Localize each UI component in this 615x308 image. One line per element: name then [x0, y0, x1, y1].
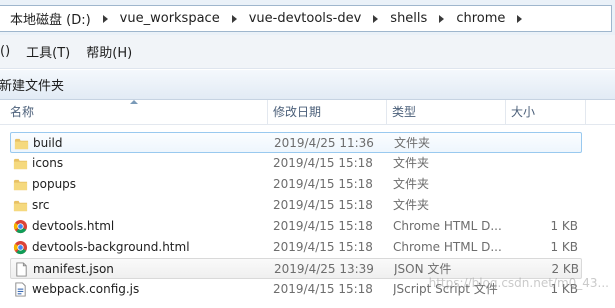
- file-row-popups[interactable]: popups 2019/4/15 15:18 文件夹: [10, 174, 582, 195]
- breadcrumb-drive[interactable]: 本地磁盘 (D:): [10, 9, 91, 28]
- file-size: 1 KB: [550, 240, 578, 254]
- file-size: [511, 133, 579, 154]
- file-type: 文件夹: [394, 136, 431, 150]
- file-row-src[interactable]: src 2019/4/15 15:18 文件夹: [10, 195, 582, 216]
- chevron-right-icon[interactable]: [439, 14, 445, 23]
- new-folder-button[interactable]: 新建文件夹: [0, 75, 64, 94]
- folder-icon: [14, 138, 29, 150]
- file-name: icons: [32, 156, 64, 170]
- breadcrumb-vue-workspace[interactable]: vue_workspace: [120, 11, 220, 26]
- chrome-icon: [13, 219, 28, 234]
- folder-icon: [13, 200, 28, 212]
- folder-icon: [13, 158, 28, 170]
- file-date: 2019/4/15 15:18: [273, 177, 373, 191]
- file-size: [510, 174, 578, 195]
- file-row-build[interactable]: build 2019/4/25 11:36 文件夹: [10, 132, 582, 153]
- breadcrumb[interactable]: 本地磁盘 (D:) vue_workspace vue-devtools-dev…: [0, 5, 612, 32]
- chevron-right-icon[interactable]: [373, 14, 379, 23]
- menu-help[interactable]: 帮助(H): [78, 42, 140, 61]
- script-icon: [15, 282, 26, 297]
- file-size: [510, 195, 578, 216]
- file-name: popups: [32, 177, 77, 191]
- file-type: 文件夹: [393, 156, 430, 170]
- menu-bar: () 工具(T) 帮助(H): [0, 35, 615, 69]
- column-name[interactable]: 名称: [5, 100, 268, 125]
- file-size: [510, 153, 578, 174]
- column-header: 名称 修改日期 类型 大小: [0, 100, 615, 125]
- menu-view[interactable]: (): [0, 44, 18, 59]
- command-bar: 新建文件夹: [0, 70, 615, 100]
- file-row-devtools-background-html[interactable]: devtools-background.html 2019/4/15 15:18…: [10, 237, 582, 258]
- menu-tools[interactable]: 工具(T): [18, 42, 78, 61]
- file-name: src: [32, 198, 50, 212]
- file-date: 2019/4/15 15:18: [273, 240, 373, 254]
- chevron-right-icon[interactable]: [231, 14, 237, 23]
- file-date: 2019/4/15 15:18: [273, 156, 373, 170]
- breadcrumb-chrome[interactable]: chrome: [456, 11, 505, 26]
- file-name: build: [33, 136, 63, 150]
- column-size[interactable]: 大小: [506, 100, 586, 125]
- file-date: 2019/4/15 15:18: [273, 219, 373, 233]
- file-date: 2019/4/15 15:18: [273, 282, 373, 296]
- file-date: 2019/4/25 13:39: [274, 262, 374, 276]
- folder-icon: [13, 179, 28, 191]
- breadcrumb-shells[interactable]: shells: [390, 11, 427, 26]
- file-type: 文件夹: [393, 177, 430, 191]
- file-date: 2019/4/25 11:36: [274, 136, 374, 150]
- chevron-right-icon[interactable]: [102, 14, 108, 23]
- file-type: 文件夹: [393, 198, 430, 212]
- watermark: https://blog.csdn.net/m0_43...: [428, 276, 609, 290]
- file-name: devtools.html: [32, 219, 115, 233]
- column-date-modified[interactable]: 修改日期: [268, 100, 387, 125]
- file-row-icons[interactable]: icons 2019/4/15 15:18 文件夹: [10, 153, 582, 174]
- file-name: devtools-background.html: [32, 240, 190, 254]
- chevron-right-icon[interactable]: [517, 14, 523, 23]
- file-name: webpack.config.js: [32, 282, 140, 296]
- breadcrumb-vue-devtools-dev[interactable]: vue-devtools-dev: [249, 11, 362, 26]
- file-type: Chrome HTML D...: [393, 240, 502, 254]
- file-type: Chrome HTML D...: [393, 219, 502, 233]
- file-size: 1 KB: [550, 219, 578, 233]
- address-bar-area: 本地磁盘 (D:) vue_workspace vue-devtools-dev…: [0, 0, 615, 35]
- document-icon: [16, 262, 27, 277]
- file-row-devtools-html[interactable]: devtools.html 2019/4/15 15:18 Chrome HTM…: [10, 216, 582, 237]
- chrome-icon: [13, 240, 28, 255]
- file-date: 2019/4/15 15:18: [273, 198, 373, 212]
- column-type[interactable]: 类型: [387, 100, 506, 125]
- file-name: manifest.json: [33, 262, 114, 276]
